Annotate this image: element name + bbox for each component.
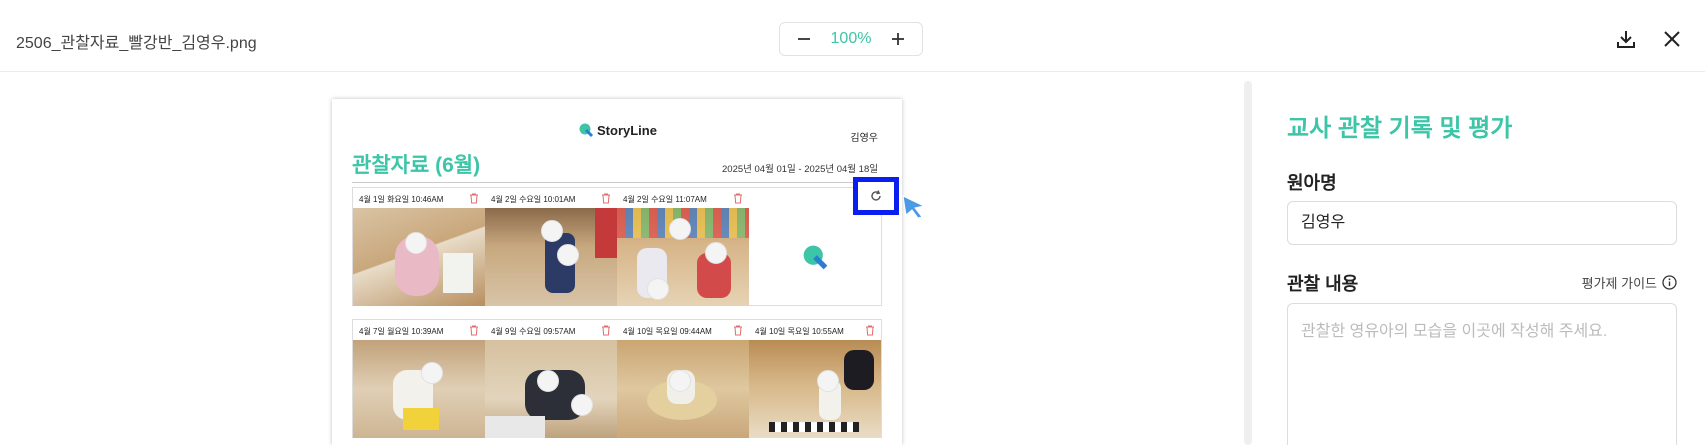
photo-row: 4월 7일 월요일 10:39AM 4월 9일 수요일 09:57AM 4월 1… (352, 319, 882, 438)
child-name: 김영우 (850, 133, 878, 144)
divider (352, 182, 882, 183)
date-range: 2025년 04월 01일 - 2025년 04월 18일 (722, 164, 878, 175)
photo-row: 4월 1일 화요일 10:46AM 4월 2일 수요일 10:01AM 4월 2… (352, 187, 882, 306)
photo-caption: 4월 1일 화요일 10:46AM (359, 195, 444, 204)
plus-icon (891, 33, 904, 45)
delete-button[interactable] (599, 191, 613, 205)
blurred-face (669, 218, 691, 240)
blurred-face (405, 232, 427, 254)
trash-icon (470, 325, 478, 335)
photo[interactable] (353, 340, 485, 438)
zoom-out-button[interactable] (792, 27, 816, 51)
trash-icon (734, 325, 742, 335)
blurred-face (647, 278, 669, 300)
blurred-face (421, 362, 443, 384)
top-actions (1613, 26, 1685, 52)
viewer-scrollbar[interactable] (1244, 81, 1252, 445)
photo[interactable] (485, 208, 617, 306)
blurred-face (541, 220, 563, 242)
document-preview: StoryLine 김영우 관찰자료 (6월) 2025년 04월 01일 - … (332, 99, 902, 445)
photo-caption: 4월 7일 월요일 10:39AM (359, 327, 444, 336)
photo[interactable] (749, 340, 881, 438)
observation-content-label: 관찰 내용 (1287, 274, 1359, 294)
trash-icon (602, 193, 610, 203)
photo-cell: 4월 9일 수요일 09:57AM (485, 320, 617, 439)
blurred-face (537, 370, 559, 392)
delete-button[interactable] (467, 323, 481, 337)
refresh-button[interactable] (853, 177, 899, 215)
delete-button[interactable] (467, 191, 481, 205)
photo-caption: 4월 2일 수요일 11:07AM (623, 195, 707, 204)
storyline-logo-icon (803, 245, 828, 270)
zoom-in-button[interactable] (886, 27, 910, 51)
blurred-face (557, 244, 579, 266)
document-title: 관찰자료 (6월) (352, 154, 481, 177)
minus-icon (798, 38, 810, 40)
trash-icon (734, 193, 742, 203)
top-bar: 2506_관찰자료_빨강반_김영우.png 100% (0, 0, 1705, 72)
photo-caption: 4월 10일 목요일 10:55AM (755, 327, 844, 336)
download-button[interactable] (1613, 26, 1639, 52)
refresh-icon (871, 190, 881, 201)
download-icon (1617, 31, 1635, 48)
observation-content-textarea[interactable]: 관찰한 영유아의 모습을 이곳에 작성해 주세요. (1287, 303, 1677, 445)
photo-caption: 4월 9일 수요일 09:57AM (491, 327, 576, 336)
evaluation-panel: 교사 관찰 기록 및 평가 원아명 김영우 관찰 내용 평가제 가이드 관찰한 … (1254, 73, 1705, 445)
blurred-face (669, 370, 691, 392)
photo-cell: 4월 2일 수요일 11:07AM (617, 188, 749, 307)
photo[interactable] (617, 208, 749, 306)
info-icon (1662, 275, 1677, 290)
close-icon (1664, 31, 1680, 47)
photo-caption: 4월 2일 수요일 10:01AM (491, 195, 576, 204)
delete-button[interactable] (863, 323, 877, 337)
photo-cell: 4월 7일 월요일 10:39AM (353, 320, 485, 439)
trash-icon (602, 325, 610, 335)
panel-title: 교사 관찰 기록 및 평가 (1287, 115, 1513, 142)
delete-button[interactable] (599, 323, 613, 337)
placeholder-logo (749, 208, 881, 306)
photo[interactable] (617, 340, 749, 438)
photo-cell: 4월 10일 목요일 10:55AM (749, 320, 881, 439)
logo-text: StoryLine (597, 122, 657, 138)
photo[interactable] (485, 340, 617, 438)
blurred-face (817, 370, 839, 392)
close-button[interactable] (1659, 26, 1685, 52)
blurred-face (571, 394, 593, 416)
photo-cell: 4월 2일 수요일 10:01AM (485, 188, 617, 307)
guide-label: 평가제 가이드 (1581, 276, 1657, 291)
zoom-level: 100% (830, 30, 872, 47)
storyline-logo-icon (579, 123, 594, 138)
pointer-cursor-icon (902, 195, 926, 219)
photo-caption: 4월 10일 목요일 09:44AM (623, 327, 712, 336)
child-name-label: 원아명 (1287, 173, 1337, 193)
trash-icon (470, 193, 478, 203)
photo[interactable] (353, 208, 485, 306)
delete-button[interactable] (731, 323, 745, 337)
trash-icon (866, 325, 874, 335)
photo-cell: 4월 10일 목요일 09:44AM (617, 320, 749, 439)
evaluation-guide-link[interactable]: 평가제 가이드 (1582, 273, 1677, 292)
delete-button[interactable] (731, 191, 745, 205)
blurred-face (705, 242, 727, 264)
zoom-control: 100% (779, 22, 923, 56)
storyline-logo: StoryLine (578, 122, 657, 138)
photo-cell: 4월 1일 화요일 10:46AM (353, 188, 485, 307)
file-name: 2506_관찰자료_빨강반_김영우.png (16, 35, 257, 52)
child-name-field[interactable]: 김영우 (1287, 201, 1677, 245)
